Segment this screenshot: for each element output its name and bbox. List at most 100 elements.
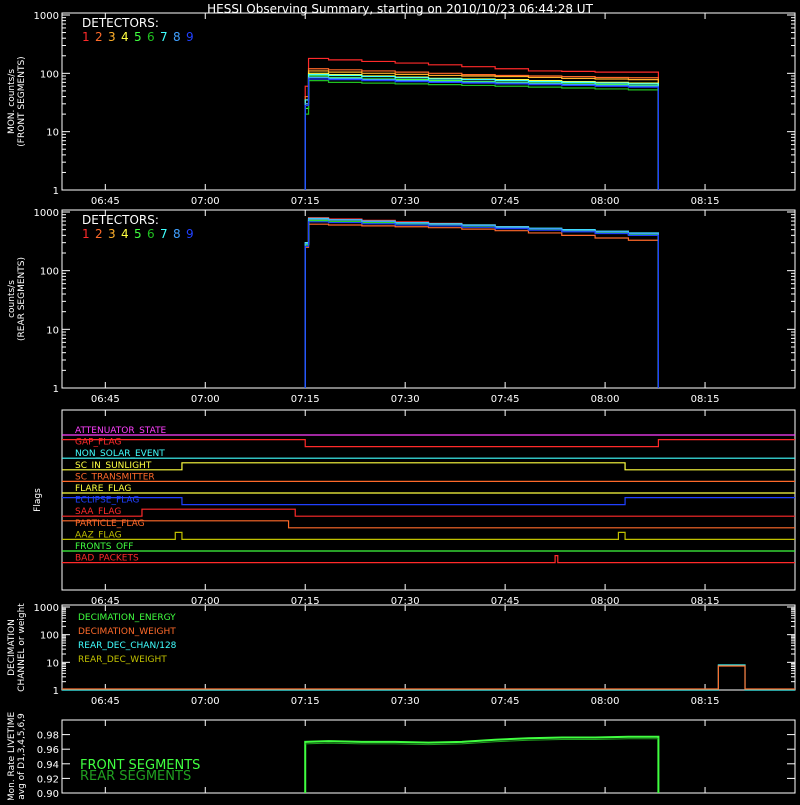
panel-0-x-tick-label: 07:15 [291, 196, 320, 207]
panel-3-y-tick-label: 10 [46, 658, 59, 669]
panel-1-ylabel-line: (REAR SEGMENTS) [17, 257, 27, 341]
panel-3-ylabel-line: DECIMATION [7, 619, 17, 676]
panel-1-series-2-line [304, 223, 659, 388]
panel-0-y-tick-label: 1 [53, 186, 59, 197]
panel-0-series-5-line [304, 75, 659, 190]
panel-1-legend-label: 6 [147, 227, 155, 241]
panel-3-x-tick-label: 08:15 [691, 696, 720, 707]
panel-3-y-tick-label: 1 [53, 686, 59, 697]
panel-0-series-8-line [304, 76, 659, 190]
panel-1-series-6-line [304, 220, 659, 388]
panel-3-ylabel-line: CHANNEL or weight [17, 603, 27, 692]
panel-0-legend-label: 5 [134, 30, 142, 44]
panel-2-ylabel: Flags [33, 488, 43, 512]
panel-1-series-4-line [304, 219, 659, 388]
panel-1-x-tick-label: 07:00 [191, 394, 220, 405]
flag-gap-flag-line [62, 439, 795, 448]
panel-0-ylabel-line: MON. counts/s [7, 69, 17, 134]
figure-svg: HESSI Observing Summary, starting on 201… [7, 2, 796, 801]
flag-saa-flag-line [62, 508, 795, 517]
panel-3-x-tick-label: 07:45 [491, 696, 520, 707]
panel-1-ylabel-line: counts/s [7, 280, 17, 318]
decimation-legend-2: DECIMATION_WEIGHT [78, 627, 176, 637]
panel-1-series-7-line [304, 217, 659, 388]
flag-eclipse-flag-line [62, 497, 795, 506]
panel-0-legend-label: 7 [160, 30, 168, 44]
panel-1-legend-label: 5 [134, 227, 142, 241]
panel-4-y-tick-label: 0.90 [37, 789, 59, 800]
panel-4-y-tick-label: 0.96 [37, 745, 59, 756]
panel-1-legend-title: DETECTORS: [82, 213, 159, 227]
panel-1-legend-label: 3 [108, 227, 116, 241]
panel-0-frame [61, 12, 796, 191]
panel-1-x-tick-label: 08:00 [591, 394, 620, 405]
panel-1-x-tick-label: 08:15 [691, 394, 720, 405]
panel-0-x-tick-label: 07:45 [491, 196, 520, 207]
panel-3-y-tick-label: 100 [40, 631, 59, 642]
flag-sc-in-sunlight-line [62, 462, 795, 471]
panel-1-y-tick-label: 100 [40, 267, 59, 278]
panel-0-y-tick-label: 10 [46, 128, 59, 139]
panel-0-legend-title: DETECTORS: [82, 16, 159, 30]
panel-3-y-tick-label: 1000 [34, 603, 59, 614]
decimation-legend-3: REAR_DEC_CHAN/128 [78, 641, 177, 651]
panel-0-x-tick-label: 08:00 [591, 196, 620, 207]
decimation-weight-line [62, 665, 795, 690]
panel-1-legend-label: 4 [121, 227, 129, 241]
figure-title: HESSI Observing Summary, starting on 201… [207, 2, 593, 16]
panel-1-legend-label: 1 [82, 227, 90, 241]
panel-4-y-tick-label: 0.94 [37, 760, 59, 771]
panel-0-legend-label: 6 [147, 30, 155, 44]
panel-0-x-tick-label: 07:00 [191, 196, 220, 207]
panel-1-legend-label: 7 [160, 227, 168, 241]
panel-3-x-tick-label: 07:00 [191, 696, 220, 707]
decimation-legend-1: DECIMATION_ENERGY [78, 613, 176, 623]
panel-0-legend-label: 3 [108, 30, 116, 44]
panel-1-series-8-line [304, 218, 659, 388]
panel-3-x-tick-label: 07:30 [391, 696, 420, 707]
flag-aaz-flag-line [62, 531, 795, 540]
panel-1-y-tick-label: 1 [53, 384, 59, 395]
panel-1-frame [61, 209, 796, 389]
panel-1-x-tick-label: 06:45 [91, 394, 120, 405]
panel-0-y-tick-label: 100 [40, 69, 59, 80]
panel-0-legend-label: 4 [121, 30, 129, 44]
panel-3-x-tick-label: 07:15 [291, 696, 320, 707]
livetime-front-line [304, 735, 660, 793]
panel-0-series-2-line [304, 68, 659, 190]
panel-1-legend-label: 9 [186, 227, 194, 241]
panel-0-x-tick-label: 06:45 [91, 196, 120, 207]
panel-1-series-3-line [304, 220, 659, 388]
panel-4-y-tick-label: 0.98 [37, 731, 59, 742]
panel-0-x-tick-label: 08:15 [691, 196, 720, 207]
panel-1-x-tick-label: 07:45 [491, 394, 520, 405]
panel-0-series-6-line [304, 80, 659, 190]
panel-1-x-tick-label: 07:15 [291, 394, 320, 405]
livetime-legend-2: REAR SEGMENTS [80, 769, 191, 784]
panel-0-x-tick-label: 07:30 [391, 196, 420, 207]
panel-0-legend-label: 9 [186, 30, 194, 44]
panel-1-y-tick-label: 1000 [34, 208, 59, 219]
decimation-legend-4: REAR_DEC_WEIGHT [78, 655, 167, 665]
rear-dec-chan-line [62, 664, 795, 691]
panel-0-y-tick-label: 1000 [34, 11, 59, 22]
flag-particle-flag-line [62, 520, 795, 529]
panel-3-x-tick-label: 06:45 [91, 696, 120, 707]
observing-summary-figure: HESSI Observing Summary, starting on 201… [0, 0, 800, 801]
panel-1-series-5-line [304, 219, 659, 388]
panel-4-ylabel-line: Mon. Rate LIVETIME [7, 712, 17, 800]
panel-1-y-tick-label: 10 [46, 325, 59, 336]
panel-1-series-9-line [304, 221, 659, 388]
panel-1-x-tick-label: 07:30 [391, 394, 420, 405]
panel-3-x-tick-label: 08:00 [591, 696, 620, 707]
panel-1-series-1-line [304, 217, 659, 388]
panel-0-ylabel-line: (FRONT SEGMENTS) [17, 56, 27, 146]
panel-1-legend-label: 8 [173, 227, 181, 241]
flag-bad-packets-line [62, 555, 795, 564]
panel-0-series-7-line [304, 74, 659, 190]
panel-4-ylabel-line: avg of D1,3,4,5,6,9 [17, 713, 27, 800]
panel-0-series-4-line [304, 72, 659, 190]
panel-0-legend-label: 8 [173, 30, 181, 44]
panel-4-y-tick-label: 0.92 [37, 774, 59, 785]
panel-0-legend-label: 1 [82, 30, 90, 44]
